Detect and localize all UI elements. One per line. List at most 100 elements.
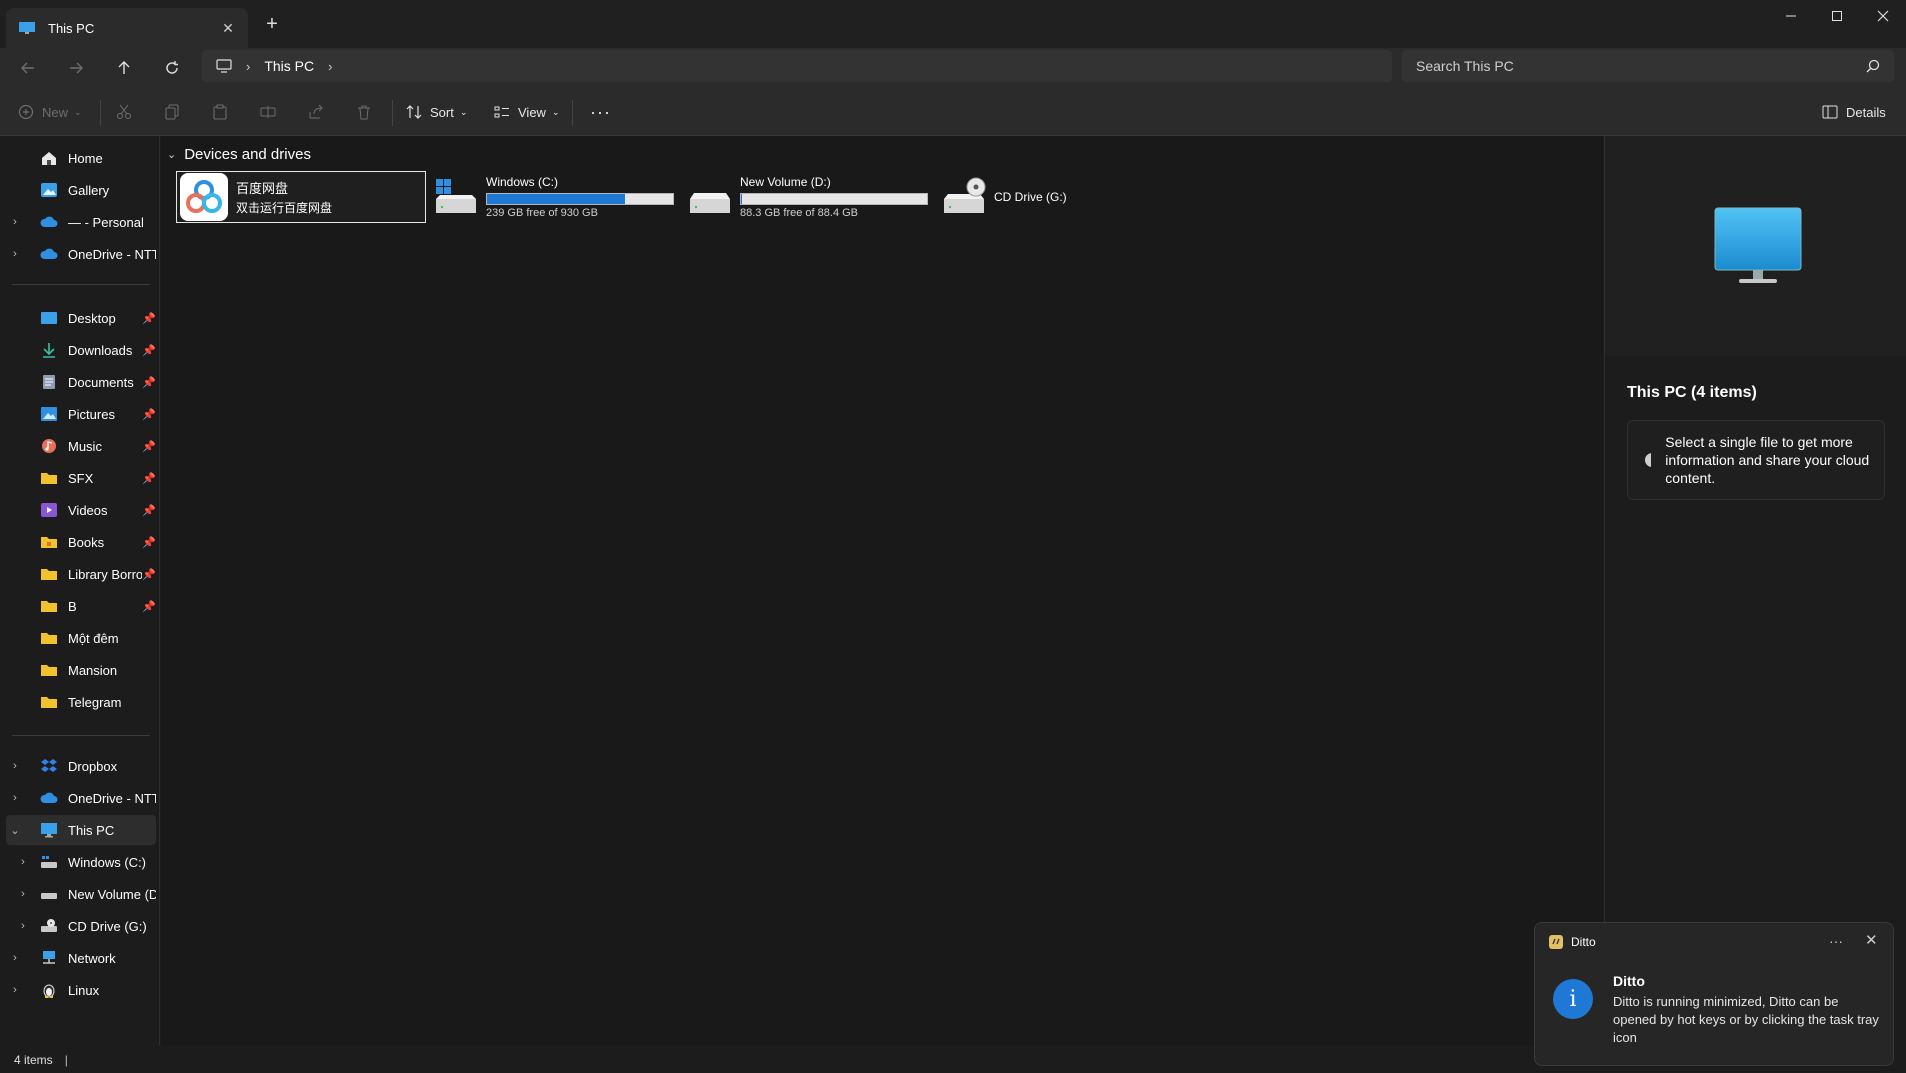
music-icon xyxy=(42,439,56,453)
sidebar-item-sfx[interactable]: SFX 📌 xyxy=(6,463,156,493)
sidebar-item-cd-drive-g[interactable]: › CD Drive (G:) xyxy=(6,911,156,941)
more-icon[interactable]: ··· xyxy=(1829,933,1843,949)
pin-icon[interactable]: 📌 xyxy=(142,568,156,581)
drive-name: New Volume (D:) xyxy=(740,175,831,189)
close-icon[interactable]: ✕ xyxy=(1865,931,1878,949)
sidebar-item-gallery[interactable]: Gallery xyxy=(6,175,156,205)
sidebar-item-mot-dem[interactable]: Một đêm xyxy=(6,623,156,653)
breadcrumb-chevron-icon[interactable]: › xyxy=(246,59,250,74)
tile-name: 百度网盘 xyxy=(236,181,289,196)
drive-usage-fill xyxy=(487,194,625,204)
chevron-right-icon[interactable]: › xyxy=(14,856,32,868)
pin-icon[interactable]: 📌 xyxy=(142,312,156,325)
drive-tile-new-volume-d[interactable]: New Volume (D:) 88.3 GB free of 88.4 GB xyxy=(688,171,938,223)
sidebar-item-onedrive-personal[interactable]: › — - Personal xyxy=(6,207,156,237)
pin-icon[interactable]: 📌 xyxy=(142,504,156,517)
sidebar-item-documents[interactable]: Documents 📌 xyxy=(6,367,156,397)
sidebar-item-new-volume-d[interactable]: › New Volume (D:) xyxy=(6,879,156,909)
drive-tile-cd-drive-g[interactable]: CD Drive (G:) xyxy=(942,171,1102,223)
title-bar: This PC ✕ + xyxy=(0,0,1906,48)
more-options-button[interactable]: ··· xyxy=(590,100,611,124)
cloud-icon xyxy=(40,792,58,803)
chevron-right-icon[interactable]: › xyxy=(6,248,24,260)
sidebar-item-linux[interactable]: › Linux xyxy=(6,975,156,1005)
sidebar-item-music[interactable]: Music 📌 xyxy=(6,431,156,461)
baidu-netdisk-icon xyxy=(180,173,228,221)
breadcrumb-this-pc[interactable]: This PC xyxy=(264,58,314,74)
chevron-right-icon[interactable]: › xyxy=(14,888,32,900)
close-window-button[interactable] xyxy=(1860,0,1906,32)
chevron-right-icon[interactable]: › xyxy=(14,920,32,932)
maximize-button[interactable] xyxy=(1814,0,1860,32)
sort-button[interactable]: Sort ⌄ xyxy=(406,100,467,124)
sidebar-item-books[interactable]: Books 📌 xyxy=(6,527,156,557)
sidebar-item-onedrive-ntt[interactable]: › OneDrive - NTT xyxy=(6,783,156,813)
sidebar-item-onedrive-ntt-1[interactable]: › OneDrive - NTT (1) xyxy=(6,239,156,269)
toast-notification[interactable]: Ditto ··· ✕ i Ditto Ditto is running min… xyxy=(1534,922,1894,1066)
toolbar-divider xyxy=(572,100,573,126)
chevron-right-icon[interactable]: › xyxy=(6,984,24,996)
chevron-down-icon[interactable]: ⌄ xyxy=(6,824,24,837)
sidebar-divider xyxy=(12,735,150,736)
close-tab-icon[interactable]: ✕ xyxy=(220,20,236,36)
drive-tile-windows-c[interactable]: Windows (C:) 239 GB free of 930 GB xyxy=(434,171,684,223)
scissors-icon xyxy=(117,104,131,119)
pin-icon[interactable]: 📌 xyxy=(142,344,156,357)
forward-button[interactable] xyxy=(56,48,96,88)
sidebar-item-network[interactable]: › Network xyxy=(6,943,156,973)
search-input[interactable]: Search This PC xyxy=(1402,50,1894,82)
back-button[interactable] xyxy=(8,48,48,88)
chevron-right-icon[interactable]: › xyxy=(6,792,24,804)
sidebar-item-downloads[interactable]: Downloads 📌 xyxy=(6,335,156,365)
copy-button[interactable] xyxy=(164,100,180,124)
up-button[interactable] xyxy=(104,48,144,88)
sidebar-item-home[interactable]: Home xyxy=(6,143,156,173)
share-button[interactable] xyxy=(308,100,324,124)
search-icon[interactable] xyxy=(1866,59,1880,73)
details-button[interactable]: Details xyxy=(1822,100,1886,124)
plus-circle-icon xyxy=(18,104,34,120)
sidebar-item-this-pc[interactable]: ⌄ This PC xyxy=(6,815,156,845)
pin-icon[interactable]: 📌 xyxy=(142,600,156,613)
sidebar-item-mansion[interactable]: Mansion xyxy=(6,655,156,685)
new-tab-button[interactable]: + xyxy=(262,14,282,34)
sidebar-item-telegram[interactable]: Telegram xyxy=(6,687,156,717)
new-button[interactable]: New ⌄ xyxy=(18,100,82,124)
address-bar[interactable]: › This PC › xyxy=(202,50,1392,82)
sort-label: Sort xyxy=(430,104,454,120)
group-header-devices-and-drives[interactable]: ⌄ Devices and drives xyxy=(167,146,311,163)
pin-icon[interactable]: 📌 xyxy=(142,408,156,421)
sidebar-item-videos[interactable]: Videos 📌 xyxy=(6,495,156,525)
sidebar-item-dropbox[interactable]: › Dropbox xyxy=(6,751,156,781)
paste-button[interactable] xyxy=(212,100,228,124)
minimize-button[interactable] xyxy=(1768,0,1814,32)
baidu-netdisk-tile[interactable]: 百度网盘 双击运行百度网盘 xyxy=(176,171,426,223)
sidebar-item-pictures[interactable]: Pictures 📌 xyxy=(6,399,156,429)
pin-icon[interactable]: 📌 xyxy=(142,440,156,453)
sidebar-item-b[interactable]: B 📌 xyxy=(6,591,156,621)
details-info-card: Select a single file to get more informa… xyxy=(1627,420,1885,500)
pin-icon[interactable]: 📌 xyxy=(142,376,156,389)
rename-button[interactable] xyxy=(260,100,276,124)
delete-button[interactable] xyxy=(356,100,372,124)
status-divider: | xyxy=(64,1052,68,1067)
pin-icon[interactable]: 📌 xyxy=(142,472,156,485)
breadcrumb-chevron-icon[interactable]: › xyxy=(328,59,332,74)
chevron-right-icon[interactable]: › xyxy=(6,952,24,964)
details-pane-icon xyxy=(1822,105,1838,119)
chevron-right-icon[interactable]: › xyxy=(6,216,24,228)
sidebar-item-windows-c[interactable]: › Windows (C:) xyxy=(6,847,156,877)
cloud-icon xyxy=(40,248,58,259)
sidebar-item-library-borrowed[interactable]: Library Borrowed 📌 xyxy=(6,559,156,589)
pin-icon[interactable]: 📌 xyxy=(142,536,156,549)
chevron-right-icon[interactable]: › xyxy=(6,760,24,772)
cut-button[interactable] xyxy=(116,100,132,124)
more-icon: ··· xyxy=(590,101,611,122)
network-icon xyxy=(43,951,55,964)
tab-this-pc[interactable]: This PC ✕ xyxy=(6,8,248,48)
this-pc-icon xyxy=(19,22,35,34)
folder-icon xyxy=(41,697,57,708)
refresh-button[interactable] xyxy=(152,48,192,88)
sidebar-item-desktop[interactable]: Desktop 📌 xyxy=(6,303,156,333)
view-button[interactable]: View ⌄ xyxy=(494,100,560,124)
